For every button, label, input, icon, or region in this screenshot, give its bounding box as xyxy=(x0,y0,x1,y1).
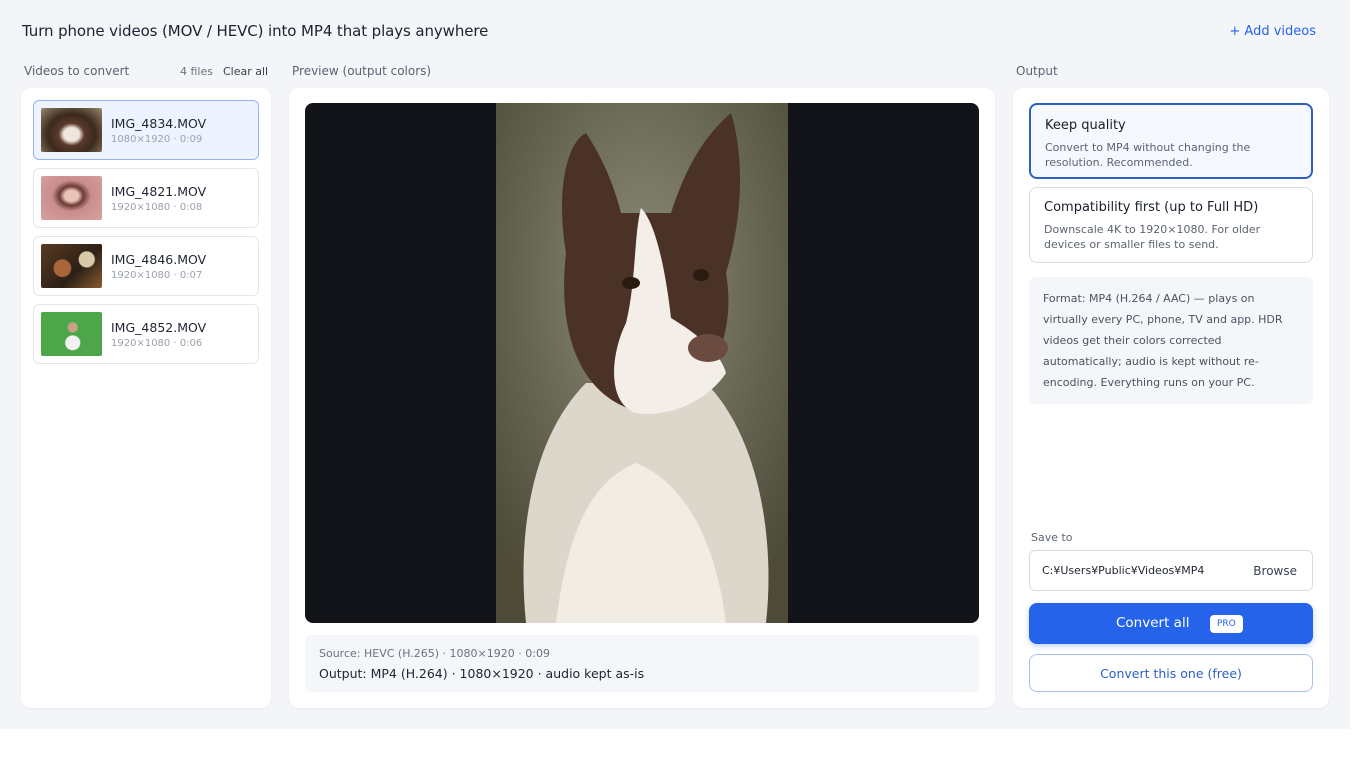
video-file-name: IMG_4821.MOV xyxy=(111,184,207,199)
preview-section-label: Preview (output colors) xyxy=(292,64,432,78)
video-file-meta: 1920×1080 · 0:08 xyxy=(111,202,203,213)
browse-button[interactable]: Browse xyxy=(1253,564,1297,578)
option-description: Downscale 4K to 1920×1080. For older dev… xyxy=(1044,223,1261,251)
video-file-meta: 1920×1080 · 0:07 xyxy=(111,270,203,281)
video-thumbnail xyxy=(41,108,102,152)
save-path-value: C:¥Users¥Public¥Videos¥MP4 xyxy=(1042,564,1205,577)
videos-section-label: Videos to convert xyxy=(24,64,130,78)
option-compatibility-first[interactable]: Compatibility first (up to Full HD) Down… xyxy=(1029,187,1313,263)
files-count: 4 files xyxy=(180,65,213,78)
source-info: Source: HEVC (H.265) · 1080×1920 · 0:09 xyxy=(319,647,550,660)
video-thumbnail xyxy=(41,244,102,288)
convert-this-one-label: Convert this one (free) xyxy=(1100,666,1242,681)
option-title: Keep quality xyxy=(1045,118,1126,133)
option-title: Compatibility first (up to Full HD) xyxy=(1044,200,1259,215)
format-note: Format: MP4 (H.264 / AAC) — plays on vir… xyxy=(1029,277,1313,404)
output-info: Output: MP4 (H.264) · 1080×1920 · audio … xyxy=(319,666,645,681)
convert-all-button[interactable]: Convert all PRO xyxy=(1029,603,1313,644)
conversion-info: Source: HEVC (H.265) · 1080×1920 · 0:09 … xyxy=(305,635,979,692)
video-list-item[interactable]: IMG_4821.MOV 1920×1080 · 0:08 xyxy=(33,168,259,228)
video-thumbnail xyxy=(41,176,102,220)
video-file-name: IMG_4834.MOV xyxy=(111,116,207,131)
video-file-meta: 1920×1080 · 0:06 xyxy=(111,338,203,349)
dog-portrait-image xyxy=(496,103,788,623)
video-thumbnail xyxy=(41,312,102,356)
video-list-item[interactable]: IMG_4846.MOV 1920×1080 · 0:07 xyxy=(33,236,259,296)
option-keep-quality[interactable]: Keep quality Convert to MP4 without chan… xyxy=(1029,103,1313,179)
page-title: Turn phone videos (MOV / HEVC) into MP4 … xyxy=(22,22,489,40)
convert-this-one-button[interactable]: Convert this one (free) xyxy=(1029,654,1313,692)
convert-all-label: Convert all xyxy=(1116,615,1190,631)
video-list-item[interactable]: IMG_4852.MOV 1920×1080 · 0:06 xyxy=(33,304,259,364)
option-description: Convert to MP4 without changing the reso… xyxy=(1045,141,1251,169)
video-preview xyxy=(305,103,979,623)
pro-badge: PRO xyxy=(1210,615,1243,633)
output-section-label: Output xyxy=(1016,64,1058,78)
video-file-name: IMG_4852.MOV xyxy=(111,320,207,335)
preview-frame xyxy=(496,103,788,623)
preview-panel: Source: HEVC (H.265) · 1080×1920 · 0:09 … xyxy=(289,88,995,708)
output-panel: Keep quality Convert to MP4 without chan… xyxy=(1013,88,1329,708)
video-file-meta: 1080×1920 · 0:09 xyxy=(111,134,203,145)
save-to-label: Save to xyxy=(1031,531,1073,544)
app-window: Turn phone videos (MOV / HEVC) into MP4 … xyxy=(0,0,1350,729)
video-list-item[interactable]: IMG_4834.MOV 1080×1920 · 0:09 xyxy=(33,100,259,160)
video-list-panel: IMG_4834.MOV 1080×1920 · 0:09 IMG_4821.M… xyxy=(21,88,271,708)
video-file-name: IMG_4846.MOV xyxy=(111,252,207,267)
add-videos-button[interactable]: + Add videos xyxy=(1229,24,1316,39)
clear-all-button[interactable]: Clear all xyxy=(223,65,268,78)
save-path-field[interactable]: C:¥Users¥Public¥Videos¥MP4 Browse xyxy=(1029,550,1313,591)
